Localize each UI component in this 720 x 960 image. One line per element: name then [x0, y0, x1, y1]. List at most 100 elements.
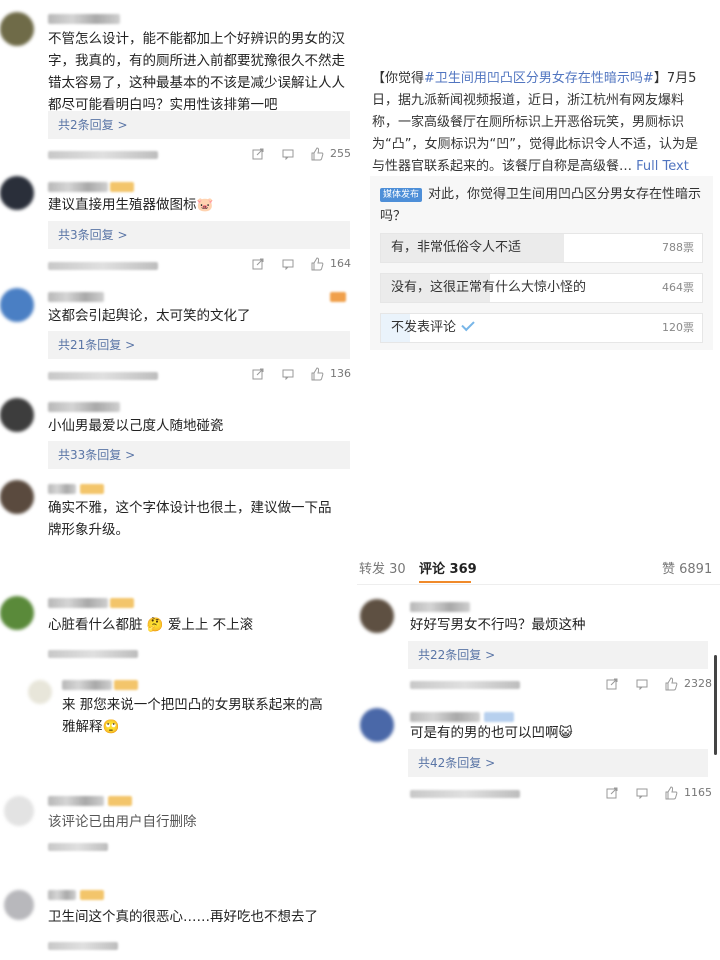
timestamp [48, 262, 158, 270]
comment-icon[interactable] [282, 368, 294, 380]
username[interactable] [48, 292, 104, 302]
user-badge [80, 484, 104, 494]
hashtag-link[interactable]: #卫生间用凹凸区分男女存在性暗示吗# [424, 71, 654, 86]
tab-active-indicator [419, 581, 471, 583]
timestamp [48, 650, 138, 658]
comment-text: 建议直接用生殖器做图标🐷 [48, 197, 214, 213]
poll-option-label: 没有，这很正常有什么大惊小怪的 [391, 280, 587, 295]
divider [357, 584, 720, 585]
replies-link[interactable]: 共42条回复 > [408, 749, 708, 777]
user-badge [484, 712, 514, 722]
username[interactable] [48, 402, 120, 412]
username[interactable] [48, 484, 76, 494]
avatar[interactable] [4, 796, 34, 826]
scrollbar[interactable] [714, 655, 717, 755]
avatar[interactable] [0, 480, 34, 514]
like-icon[interactable] [664, 786, 678, 800]
replies-link[interactable]: 共22条回复 > [408, 641, 708, 669]
comment-icon[interactable] [636, 787, 648, 799]
share-icon[interactable] [606, 787, 618, 799]
avatar[interactable] [28, 680, 52, 704]
full-text-link[interactable]: Full Text [636, 159, 689, 174]
avatar[interactable] [0, 288, 34, 322]
like-count: 136 [330, 367, 351, 380]
poll-option-label: 有，非常低俗令人不适 [391, 240, 522, 255]
left-comment-column: 不管怎么设计，能不能都加上个好辨识的男女的汉 字，我真的，有的厕所进入前都要犹豫… [0, 0, 362, 960]
poll-question: 对此，你觉得卫生间用凹凸区分男女存在性暗示吗？ [380, 187, 702, 224]
poll-option-count: 788票 [662, 241, 694, 254]
comment-icon[interactable] [636, 678, 648, 690]
comment-actions: 164 [250, 256, 360, 272]
like-icon[interactable] [310, 367, 324, 381]
username[interactable] [48, 598, 108, 608]
username[interactable] [410, 602, 470, 612]
timestamp [48, 151, 158, 159]
user-badge [114, 680, 138, 690]
user-badge [108, 796, 132, 806]
avatar[interactable] [4, 890, 34, 920]
avatar[interactable] [0, 398, 34, 432]
check-icon [461, 317, 475, 332]
share-icon[interactable] [252, 258, 264, 270]
comment-text: 卫生间这个真的很恶心……再好吃也不想去了 [48, 909, 318, 925]
user-badge [110, 182, 134, 192]
comment-text: 好好写男女不行吗？最烦这种 [410, 617, 586, 633]
username[interactable] [48, 14, 120, 24]
article-text: 【你觉得#卫生间用凹凸区分男女存在性暗示吗#】7月5日，据九派新闻视频报道，近日… [372, 71, 698, 174]
comment-text: 该评论已由用户自行删除 [48, 814, 197, 830]
like-count: 2328 [684, 677, 712, 690]
username[interactable] [48, 182, 108, 192]
poll-option[interactable]: 不发表评论 120票 [380, 313, 703, 343]
avatar[interactable] [0, 12, 34, 46]
avatar[interactable] [360, 708, 394, 742]
comment-text: 不管怎么设计，能不能都加上个好辨识的男女的汉 字，我真的，有的厕所进入前都要犹豫… [48, 31, 345, 113]
tab-bar: 转发 30 评论 369 赞 6891 [357, 556, 720, 584]
comment-actions: 255 [250, 146, 360, 162]
replies-link[interactable]: 共2条回复 > [48, 111, 350, 139]
replies-link[interactable]: 共3条回复 > [48, 221, 350, 249]
timestamp [410, 681, 520, 689]
like-icon[interactable] [310, 147, 324, 161]
like-count: 1165 [684, 786, 712, 799]
avatar[interactable] [0, 176, 34, 210]
tab-repost[interactable]: 转发 30 [359, 556, 406, 584]
share-icon[interactable] [252, 148, 264, 160]
comment-actions: 136 [250, 366, 360, 382]
username[interactable] [48, 890, 76, 900]
user-badge [110, 598, 134, 608]
username[interactable] [410, 712, 480, 722]
comment-text: 确实不雅，这个字体设计也很土，建议做一下品 牌形象升级。 [48, 500, 332, 538]
timestamp [48, 843, 108, 851]
poll-option-label: 不发表评论 [391, 314, 475, 342]
comment-text: 来 那您来说一个把凹凸的女男联系起来的高 雅解释🙄 [62, 697, 323, 735]
tab-likes[interactable]: 赞 6891 [662, 556, 712, 584]
like-count: 255 [330, 147, 351, 160]
avatar[interactable] [0, 596, 34, 630]
username[interactable] [48, 796, 104, 806]
like-icon[interactable] [664, 677, 678, 691]
avatar[interactable] [360, 599, 394, 633]
comment-text: 可是有的男的也可以凹啊😺 [410, 725, 573, 741]
user-badge [80, 890, 104, 900]
share-icon[interactable] [606, 678, 618, 690]
username[interactable] [62, 680, 112, 690]
comment-text: 心脏看什么都脏 🤔 爱上上 不上滚 [48, 617, 254, 633]
comment-actions: 2328 [604, 676, 716, 692]
comment-text: 这都会引起舆论，太可笑的文化了 [48, 308, 251, 324]
poll-option[interactable]: 没有，这很正常有什么大惊小怪的 464票 [380, 273, 703, 303]
share-icon[interactable] [252, 368, 264, 380]
replies-link[interactable]: 共33条回复 > [48, 441, 350, 469]
poll-option[interactable]: 有，非常低俗令人不适 788票 [380, 233, 703, 263]
timestamp [48, 372, 158, 380]
comment-text: 小仙男最爱以己度人随地碰瓷 [48, 418, 224, 434]
replies-link[interactable]: 共21条回复 > [48, 331, 350, 359]
poll-option-count: 464票 [662, 281, 694, 294]
comment-icon[interactable] [282, 258, 294, 270]
poll-option-count: 120票 [662, 321, 694, 334]
timestamp [48, 942, 118, 950]
timestamp [410, 790, 520, 798]
tab-comments[interactable]: 评论 369 [419, 556, 477, 584]
user-badge [330, 292, 346, 302]
like-icon[interactable] [310, 257, 324, 271]
comment-icon[interactable] [282, 148, 294, 160]
